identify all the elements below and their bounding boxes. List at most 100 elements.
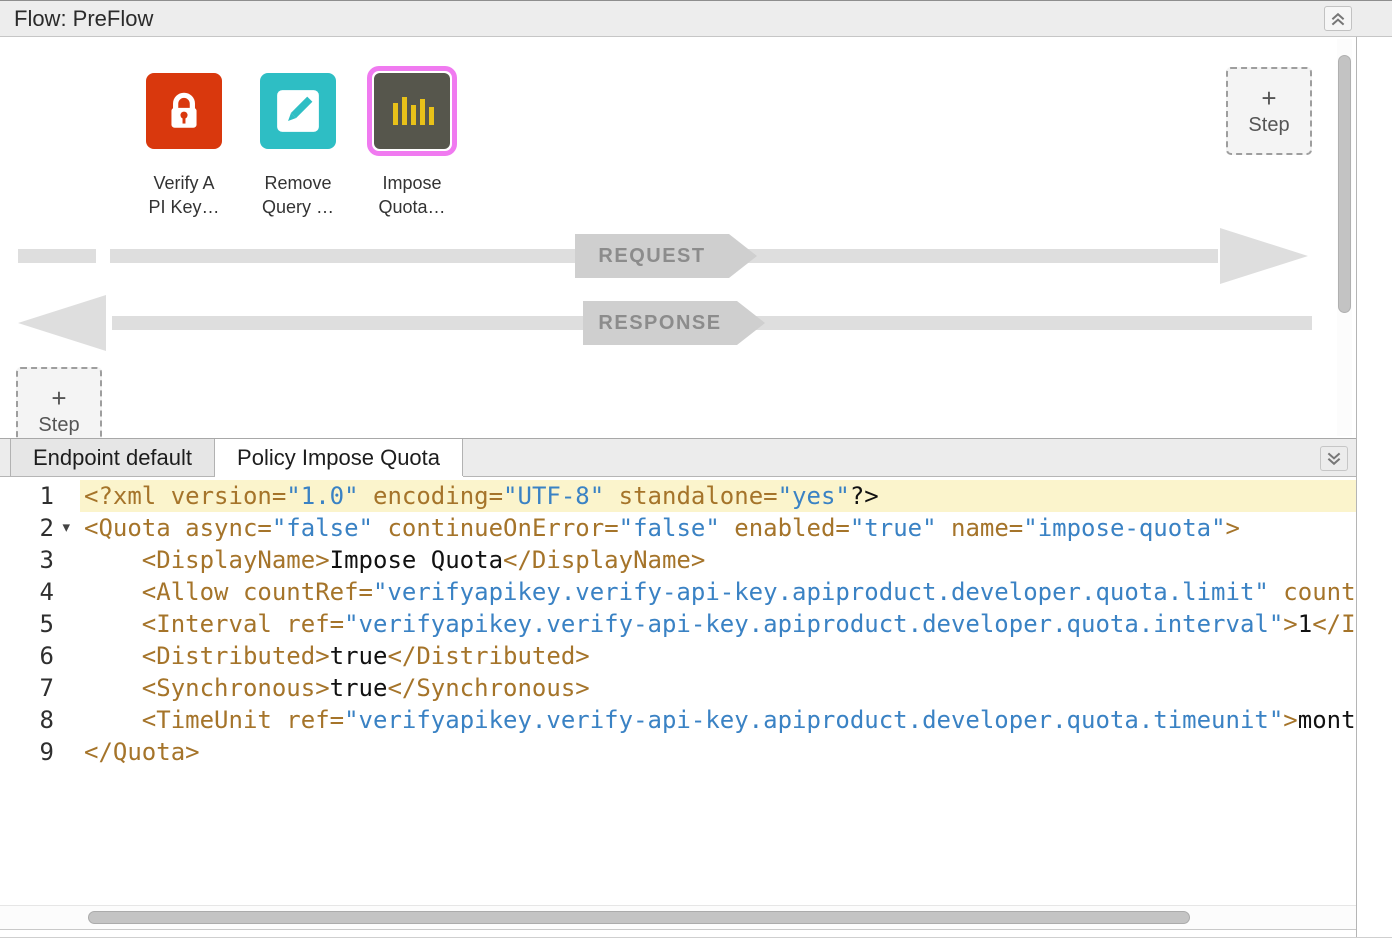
code-row: 2▾<Quota async="false" continueOnError="… [0,512,1356,544]
policy-verify-api-key[interactable]: Verify A PI Key… [134,65,234,219]
policy-icon-area [260,65,336,157]
plus-icon: + [1261,84,1276,112]
policy-label: Remove Query … [262,171,334,219]
code-token [84,546,142,574]
flow-collapse-button[interactable] [1324,6,1352,31]
scrollbar-thumb[interactable] [88,911,1190,924]
code-line[interactable]: <TimeUnit ref="verifyapikey.verify-api-k… [80,704,1356,736]
tab-endpoint-default[interactable]: Endpoint default [10,439,215,476]
policy-label-line1: Verify A [153,173,214,193]
code-line[interactable]: <Distributed>true</Distributed> [80,640,1356,672]
code-token: name= [937,514,1024,542]
code-row: 9</Quota> [0,736,1356,768]
code-token: <TimeUnit ref= [142,706,344,734]
policy-label-line2: PI Key… [148,197,219,217]
code-token: "yes" [778,482,850,510]
tab-policy-impose-quota[interactable]: Policy Impose Quota [215,439,463,476]
verify-api-key-tile [146,73,222,149]
code-token: "1.0" [286,482,358,510]
code-token: "false" [272,514,373,542]
code-token: <Quota async= [84,514,272,542]
code-line[interactable]: <?xml version="1.0" encoding="UTF-8" sta… [80,480,1356,512]
code-line[interactable]: <Interval ref="verifyapikey.verify-api-k… [80,608,1356,640]
add-step-label: Step [1248,112,1289,138]
code-token: "verifyapikey.verify-api-key.apiproduct.… [344,610,1283,638]
code-token: true [330,674,388,702]
scrollbar-thumb[interactable] [1338,55,1351,313]
code-lines: 1<?xml version="1.0" encoding="UTF-8" st… [0,480,1356,768]
add-step-button-top[interactable]: + Step [1226,67,1312,155]
request-arrow-label: REQUEST [575,234,757,278]
code-token [84,610,142,638]
line-number: 7 [0,672,80,704]
policy-remove-query[interactable]: Remove Query … [248,65,348,219]
code-token: enabled= [720,514,850,542]
line-number: 1 [0,480,80,512]
flow-vertical-scrollbar[interactable] [1337,39,1352,436]
code-token: <Synchronous> [142,674,330,702]
policy-label: Verify A PI Key… [148,171,219,219]
code-token: > [1283,706,1297,734]
line-number: 8 [0,704,80,736]
chevron-double-down-icon [1325,450,1343,468]
policy-label: Impose Quota… [378,171,445,219]
policy-icon-area [146,65,222,157]
code-row: 4 <Allow countRef="verifyapikey.verify-a… [0,576,1356,608]
code-row: 3 <DisplayName>Impose Quota</DisplayName… [0,544,1356,576]
code-token: <DisplayName> [142,546,330,574]
flow-panel-header: Flow: PreFlow [0,1,1392,37]
code-line[interactable]: <Quota async="false" continueOnError="fa… [80,512,1356,544]
code-token: ?> [850,482,879,510]
code-token: mont [1298,706,1356,734]
code-row: 8 <TimeUnit ref="verifyapikey.verify-api… [0,704,1356,736]
code-token: count [1269,578,1356,606]
tab-label: Endpoint default [33,445,192,471]
code-row: 7 <Synchronous>true</Synchronous> [0,672,1356,704]
code-token: true [330,642,388,670]
code-token: encoding= [359,482,504,510]
code-token [84,706,142,734]
line-number: 2▾ [0,512,80,544]
code-token: <Interval ref= [142,610,344,638]
impose-quota-tile [374,73,450,149]
code-token: "true" [850,514,937,542]
tab-label: Policy Impose Quota [237,445,440,471]
code-line[interactable]: <Allow countRef="verifyapikey.verify-api… [80,576,1356,608]
code-token: Impose Quota [330,546,503,574]
code-line[interactable]: </Quota> [80,736,1356,768]
add-step-label: Step [38,412,79,438]
policy-icon-area [367,65,457,157]
line-number: 3 [0,544,80,576]
policy-impose-quota[interactable]: Impose Quota… [362,65,462,219]
code-token: <?xml version= [84,482,286,510]
bar-chart-icon [388,87,436,135]
flow-title: Flow: PreFlow [14,6,153,32]
code-token: "UTF-8" [503,482,604,510]
pencil-icon [274,87,322,135]
code-token [84,674,142,702]
code-token: </DisplayName> [503,546,705,574]
editor-panel: 1<?xml version="1.0" encoding="UTF-8" st… [0,477,1356,930]
code-token: > [1283,610,1297,638]
proxy-editor-window: Flow: PreFlow [0,0,1392,938]
plus-icon: + [51,384,66,412]
code-line[interactable]: <DisplayName>Impose Quota</DisplayName> [80,544,1356,576]
policy-label-line1: Impose [382,173,441,193]
code-editor[interactable]: 1<?xml version="1.0" encoding="UTF-8" st… [0,477,1356,905]
code-token: > [1226,514,1240,542]
code-line[interactable]: <Synchronous>true</Synchronous> [80,672,1356,704]
chevron-double-up-icon [1329,10,1347,28]
fold-arrow-icon[interactable]: ▾ [62,512,70,544]
editor-collapse-button[interactable] [1320,446,1348,471]
code-token: <Allow countRef= [142,578,373,606]
code-token: 1 [1298,610,1312,638]
selected-policy-frame [367,66,457,156]
policy-label-line1: Remove [264,173,331,193]
editor-horizontal-scrollbar[interactable] [0,905,1356,929]
code-token: "false" [619,514,720,542]
line-number: 9 [0,736,80,768]
editor-tab-bar: Endpoint default Policy Impose Quota [0,438,1356,477]
add-step-button-bottom[interactable]: + Step [16,367,102,438]
request-arrowhead-icon [1220,228,1308,284]
panel-border [1356,1,1357,937]
